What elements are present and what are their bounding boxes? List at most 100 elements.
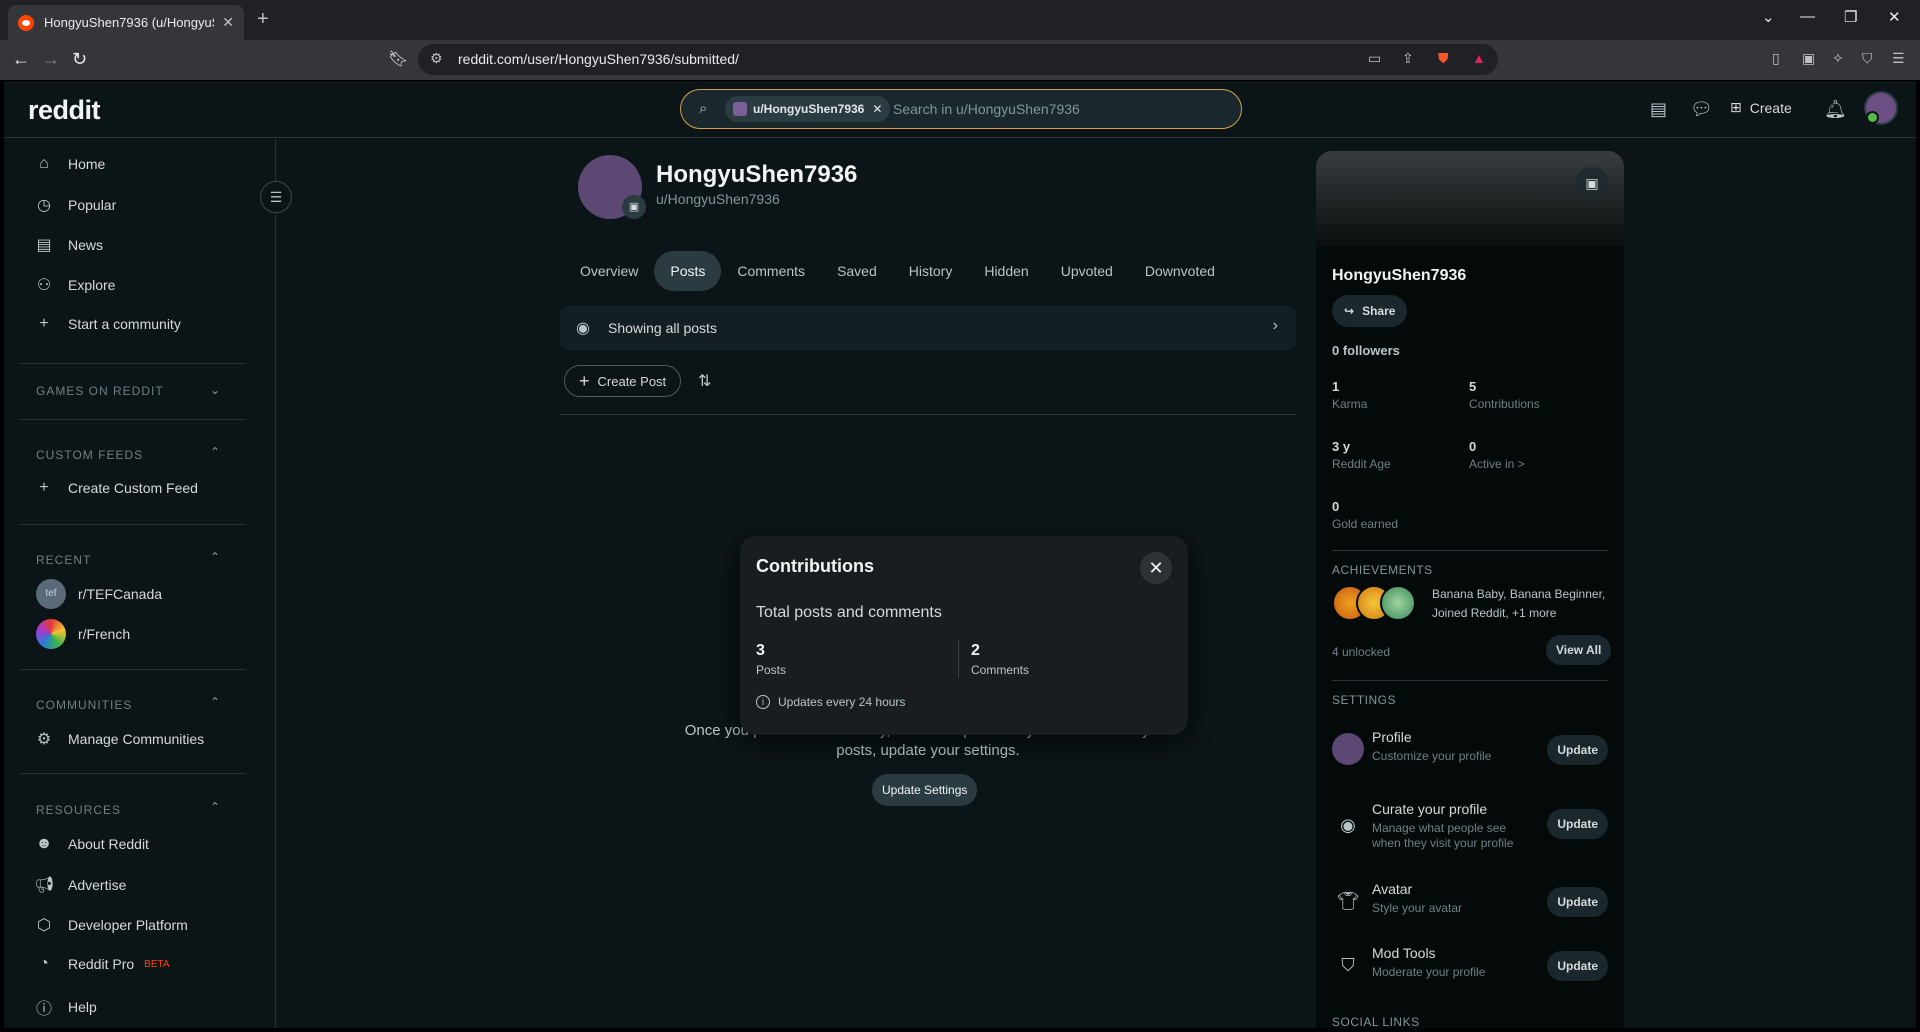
url-text[interactable]: reddit.com/user/HongyuShen7936/submitted… — [458, 51, 739, 67]
stat-value: 1 — [1332, 379, 1340, 394]
search-icon: ⌕ — [699, 100, 708, 117]
shirt-icon: 👕︎ — [1336, 891, 1360, 911]
create-custom-feed[interactable]: + Create Custom Feed — [34, 479, 198, 497]
advertise-icon[interactable]: ▤ — [1650, 99, 1667, 120]
site-settings-icon[interactable]: ⚙ — [430, 50, 443, 67]
pro-icon: ◔ — [39, 955, 49, 972]
sidebar-item-news[interactable]: ▤ News — [34, 235, 103, 255]
back-icon[interactable]: ← — [12, 49, 30, 70]
chevron-up-icon[interactable]: ⌃ — [210, 800, 220, 814]
contributions-dialog: Contributions ✕ Total posts and comments… — [740, 536, 1188, 735]
menu-icon[interactable]: ☰ — [1892, 50, 1905, 67]
share-page-icon[interactable]: ⇪ — [1402, 50, 1414, 67]
chevron-up-icon[interactable]: ⌃ — [210, 445, 220, 459]
stat-active-in[interactable]: 0 Active in > — [1469, 439, 1525, 471]
stat-label: Reddit Age — [1332, 457, 1391, 471]
window-close-icon[interactable]: ✕ — [1888, 8, 1901, 26]
sidebar-item-label: Explore — [68, 277, 116, 293]
user-avatar[interactable] — [1864, 91, 1898, 125]
sidebar-item-about-reddit[interactable]: ☻ About Reddit — [34, 835, 149, 853]
recent-item-french[interactable]: r/French — [36, 619, 130, 649]
update-curate-button[interactable]: Update — [1547, 809, 1608, 839]
showing-filter[interactable]: ◉ Showing all posts › — [560, 306, 1296, 350]
minimize-icon[interactable]: — — [1800, 8, 1815, 25]
update-avatar-button[interactable]: Update — [1547, 887, 1608, 917]
settings-subtitle: Customize your profile — [1372, 749, 1492, 763]
vpn-icon[interactable]: ⛉ — [1862, 50, 1873, 67]
sort-options-icon[interactable]: ⇅ — [698, 371, 711, 391]
user-avatar-icon — [733, 102, 747, 116]
sidebar-item-explore[interactable]: ⚇ Explore — [34, 275, 116, 295]
chevron-down-icon[interactable]: ⌄ — [210, 383, 220, 397]
reload-icon[interactable]: ↻ — [72, 49, 87, 70]
brave-rewards-icon[interactable]: ▲ — [1472, 50, 1486, 66]
wallet-icon[interactable]: ▣ — [1802, 50, 1815, 67]
section-games[interactable]: GAMES ON REDDIT — [36, 384, 164, 398]
reddit-logo[interactable]: reddit — [28, 95, 101, 126]
new-tab-button[interactable]: + — [257, 8, 269, 31]
tab-close-icon[interactable]: ✕ — [222, 14, 234, 31]
section-custom-feeds[interactable]: CUSTOM FEEDS — [36, 448, 143, 462]
brave-shield-icon[interactable]: ⛊ — [1438, 50, 1449, 67]
create-post-button[interactable]: + Create Post — [564, 365, 682, 397]
section-resources[interactable]: RESOURCES — [36, 803, 121, 817]
manage-communities[interactable]: ⚙ Manage Communities — [34, 729, 204, 749]
chat-icon[interactable]: 💬︎ — [1690, 99, 1713, 120]
sidebar-item-help[interactable]: ⓘ Help — [34, 995, 97, 1019]
reddit-page: reddit ⌕ u/HongyuShen7936 ✕ Search in u/… — [4, 81, 1916, 1028]
left-sidebar: ⌂ Home ◷ Popular ▤ News ⚇ Explore + Star… — [4, 139, 276, 1028]
comments-label: Comments — [971, 663, 1030, 677]
share-icon: ↪ — [1344, 304, 1355, 318]
tab-downvoted[interactable]: Downvoted — [1129, 251, 1231, 291]
sidebar-item-start-community[interactable]: + Start a community — [34, 315, 181, 333]
bookmark-icon[interactable]: 🔖︎ — [388, 49, 408, 69]
recent-item-tefcanada[interactable]: tef r/TEFCanada — [36, 579, 162, 609]
cast-icon[interactable]: ▭ — [1368, 50, 1381, 67]
edit-avatar-icon[interactable]: ▣ — [622, 195, 646, 219]
clear-scope-icon[interactable]: ✕ — [872, 102, 882, 116]
stat-contributions[interactable]: 5 Contributions — [1469, 379, 1540, 411]
sidebar-toggle-icon[interactable]: ▯ — [1772, 50, 1780, 67]
followers-count[interactable]: 0 followers — [1332, 343, 1400, 358]
chevron-up-icon[interactable]: ⌃ — [210, 695, 220, 709]
tab-upvoted[interactable]: Upvoted — [1045, 251, 1129, 291]
sidebar-item-developer-platform[interactable]: ⬡ Developer Platform — [34, 915, 188, 935]
profile-banner: ▣ — [1316, 151, 1624, 247]
leo-ai-icon[interactable]: ✧ — [1832, 50, 1844, 67]
posts-value: 3 — [756, 642, 765, 659]
tab-overview[interactable]: Overview — [564, 251, 654, 291]
tab-saved[interactable]: Saved — [821, 251, 893, 291]
chevron-up-icon[interactable]: ⌃ — [210, 550, 220, 564]
search-input[interactable]: Search in u/HongyuShen7936 — [893, 101, 1080, 117]
create-button[interactable]: ⊞ Create — [1730, 99, 1792, 116]
forward-icon[interactable]: → — [42, 49, 60, 70]
browser-tab[interactable]: HongyuShen7936 (u/HongyuShe ✕ — [8, 5, 244, 40]
view-all-button[interactable]: View All — [1546, 635, 1612, 665]
sidebar-item-reddit-pro[interactable]: ◔ Reddit Pro BETA — [34, 955, 169, 973]
tab-comments[interactable]: Comments — [721, 251, 821, 291]
notifications-icon[interactable]: 🔔︎ — [1824, 99, 1847, 120]
tab-posts[interactable]: Posts — [654, 251, 722, 291]
share-button[interactable]: ↪ Share — [1332, 295, 1408, 327]
update-settings-button[interactable]: Update Settings — [872, 774, 978, 806]
settings-title: Avatar — [1372, 881, 1413, 897]
restore-icon[interactable]: ❐ — [1844, 8, 1857, 26]
update-profile-button[interactable]: Update — [1547, 735, 1608, 765]
sidebar-item-popular[interactable]: ◷ Popular — [34, 195, 116, 215]
tab-search-icon[interactable]: ⌄ — [1762, 8, 1775, 26]
tab-hidden[interactable]: Hidden — [968, 251, 1044, 291]
achievement-badges[interactable] — [1332, 585, 1422, 621]
section-communities[interactable]: COMMUNITIES — [36, 698, 132, 712]
close-dialog-button[interactable]: ✕ — [1140, 552, 1172, 584]
stat-label: Karma — [1332, 397, 1368, 411]
update-mod-tools-button[interactable]: Update — [1547, 951, 1608, 981]
tab-history[interactable]: History — [893, 251, 969, 291]
sidebar-item-advertise[interactable]: 📢︎ Advertise — [34, 875, 126, 895]
edit-banner-icon[interactable]: ▣ — [1576, 167, 1608, 199]
collapse-sidebar-button[interactable]: ☰ — [260, 181, 292, 213]
search-scope-chip[interactable]: u/HongyuShen7936 ✕ — [725, 96, 891, 122]
section-recent[interactable]: RECENT — [36, 553, 91, 567]
search-bar[interactable]: ⌕ u/HongyuShen7936 ✕ Search in u/HongyuS… — [680, 89, 1242, 129]
profile-avatar[interactable]: ▣ — [578, 155, 646, 219]
sidebar-item-home[interactable]: ⌂ Home — [34, 155, 105, 173]
